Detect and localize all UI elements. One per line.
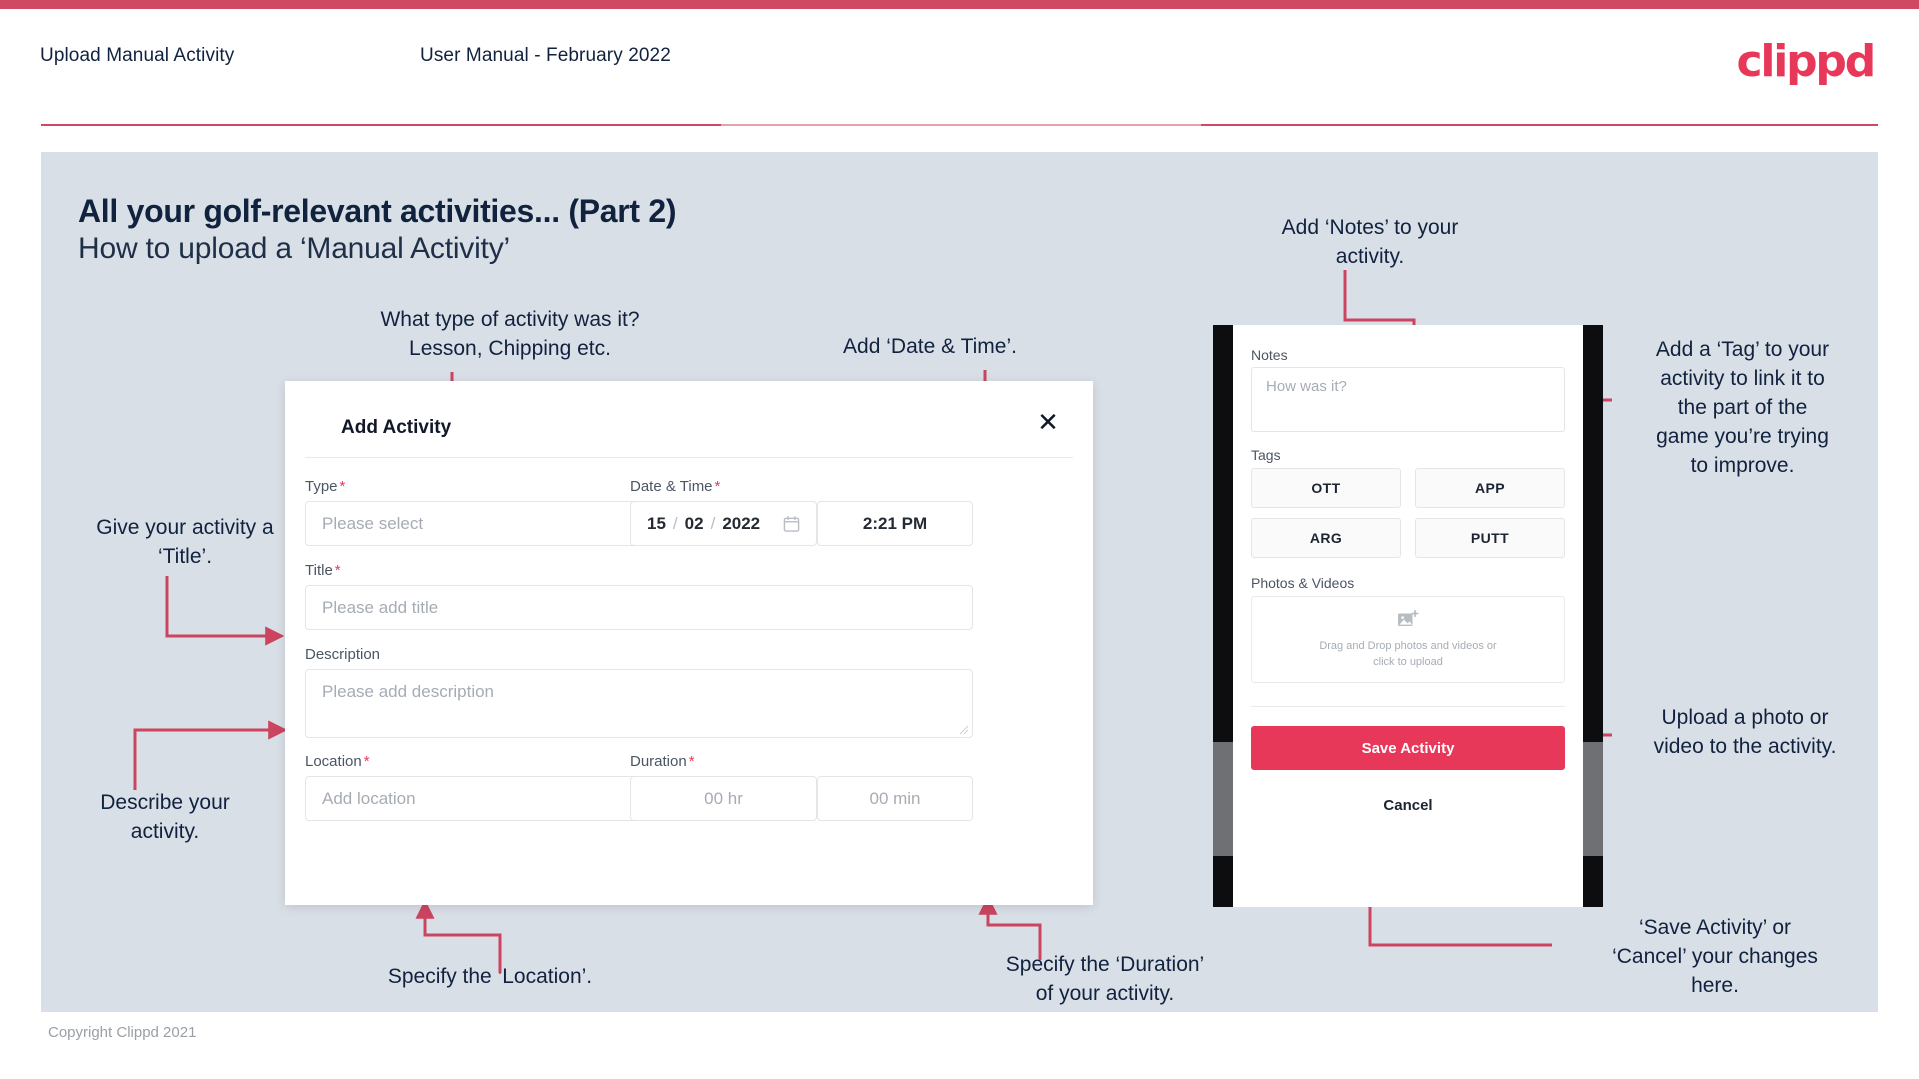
required-marker: * — [339, 478, 346, 495]
date-sep-1: / — [672, 513, 678, 533]
datetime-label: Date & Time * — [630, 478, 721, 495]
annotation-description: Describe your activity. — [100, 791, 230, 843]
date-input[interactable]: 15 / 02 / 2022 — [630, 501, 817, 546]
duration-hours-placeholder: 00 hr — [704, 788, 743, 808]
duration-minutes-placeholder: 00 min — [869, 788, 921, 808]
annotation-datetime: Add ‘Date & Time’. — [843, 335, 1017, 358]
cancel-button[interactable]: Cancel — [1251, 785, 1565, 825]
title-label: Title * — [305, 562, 341, 579]
date-day: 15 — [647, 513, 666, 533]
annotation-save: ‘Save Activity’ or ‘Cancel’ your changes… — [1612, 916, 1818, 997]
notes-textarea[interactable]: How was it? — [1251, 367, 1565, 432]
tag-button-arg[interactable]: ARG — [1251, 518, 1401, 558]
phone-side-right — [1583, 742, 1603, 856]
type-placeholder: Please select — [322, 513, 424, 533]
type-select[interactable]: Please select — [305, 501, 675, 546]
tag-button-ott[interactable]: OTT — [1251, 468, 1401, 508]
slide-title: All your golf-relevant activities... (Pa… — [78, 193, 677, 229]
save-activity-button[interactable]: Save Activity — [1251, 726, 1565, 770]
dialog-divider — [305, 457, 1073, 458]
type-label: Type * — [305, 478, 346, 495]
annotation-type: What type of activity was it? Lesson, Ch… — [380, 308, 640, 360]
required-marker: * — [363, 753, 370, 770]
date-year: 2022 — [722, 513, 761, 533]
description-placeholder: Please add description — [322, 682, 495, 701]
annotation-tags: Add a ‘Tag’ to your activity to link it … — [1655, 338, 1830, 477]
time-input[interactable]: 2:21 PM — [817, 501, 973, 546]
phone-screen: Notes How was it? Tags OTT APP ARG PUTT … — [1233, 325, 1583, 907]
header-rule-left — [41, 124, 721, 126]
clippd-logo: clippd — [1736, 36, 1876, 87]
close-icon[interactable]: ✕ — [1031, 405, 1065, 439]
footer-copyright: Copyright Clippd 2021 — [48, 1024, 197, 1041]
tags-label: Tags — [1251, 447, 1281, 463]
top-accent-bar — [0, 0, 1919, 9]
resize-grip-icon[interactable] — [957, 723, 969, 735]
dialog-title: Add Activity — [341, 417, 452, 438]
dropzone-line1: Drag and Drop photos and videos or — [1319, 639, 1497, 652]
title-input[interactable]: Please add title — [305, 585, 973, 630]
duration-minutes-input[interactable]: 00 min — [817, 776, 973, 821]
annotation-duration: Specify the ‘Duration’ of your activity. — [1005, 953, 1205, 1005]
date-sep-2: / — [710, 513, 716, 533]
notes-placeholder: How was it? — [1266, 378, 1347, 395]
required-marker: * — [688, 753, 695, 770]
phone-side-left — [1213, 742, 1233, 856]
slide-subtitle: How to upload a ‘Manual Activity’ — [78, 232, 510, 265]
tag-button-app[interactable]: APP — [1415, 468, 1565, 508]
annotation-notes: Add ‘Notes’ to your activity. — [1281, 216, 1459, 268]
annotation-location: Specify the ‘Location’. — [387, 965, 593, 988]
add-activity-dialog: Add Activity ✕ Type * Please select Date … — [285, 381, 1093, 905]
slide-page: Upload Manual Activity User Manual - Feb… — [0, 0, 1919, 1079]
header-center-title: User Manual - February 2022 — [420, 45, 671, 66]
location-label: Location * — [305, 753, 370, 770]
annotation-photos: Upload a photo or video to the activity. — [1653, 706, 1837, 758]
dropzone-text: Drag and Drop photos and videos or click… — [1319, 638, 1496, 670]
annotation-title: Give your activity a ‘Title’. — [96, 516, 274, 568]
description-textarea[interactable]: Please add description — [305, 669, 973, 738]
description-label: Description — [305, 646, 381, 663]
location-placeholder: Add location — [322, 788, 416, 808]
photo-dropzone[interactable]: Drag and Drop photos and videos or click… — [1251, 596, 1565, 683]
header-rule-mid — [721, 124, 1201, 126]
duration-label: Duration * — [630, 753, 695, 770]
time-value: 2:21 PM — [862, 513, 928, 533]
header-rule-right — [1201, 124, 1878, 126]
calendar-icon[interactable] — [783, 515, 800, 532]
dropzone-line2: click to upload — [1373, 655, 1443, 668]
required-marker: * — [334, 562, 341, 579]
title-placeholder: Please add title — [322, 597, 439, 617]
notes-label: Notes — [1251, 347, 1288, 363]
duration-hours-input[interactable]: 00 hr — [630, 776, 817, 821]
photos-label: Photos & Videos — [1251, 575, 1355, 591]
header-left-title: Upload Manual Activity — [40, 45, 235, 66]
location-input[interactable]: Add location — [305, 776, 675, 821]
phone-divider — [1251, 706, 1565, 707]
required-marker: * — [714, 478, 721, 495]
date-month: 02 — [684, 513, 704, 533]
add-image-icon — [1398, 609, 1419, 626]
tag-button-putt[interactable]: PUTT — [1415, 518, 1565, 558]
